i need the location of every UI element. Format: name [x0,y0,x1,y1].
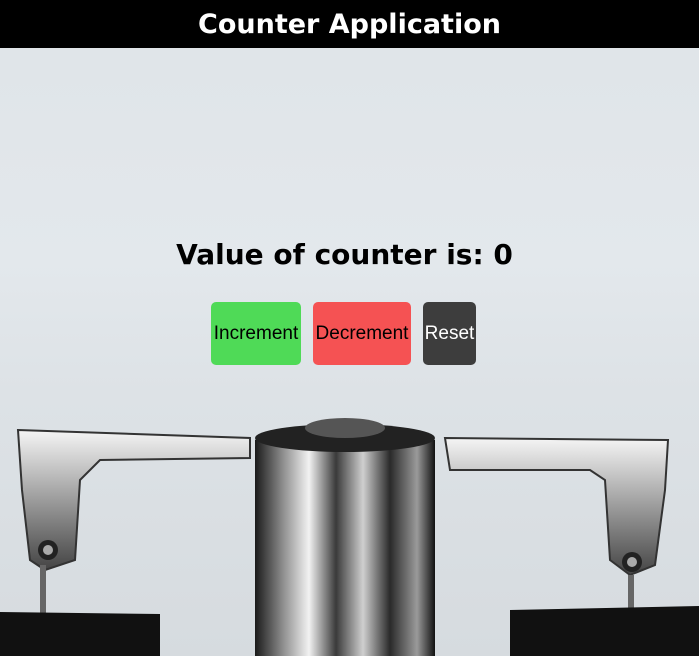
scale-photo-illustration [0,418,699,656]
button-group: Increment Decrement Reset [0,302,699,365]
app-header: Counter Application [0,0,699,48]
decrement-button[interactable]: Decrement [313,302,411,365]
counter-value-label: Value of counter is: 0 [176,238,513,271]
reset-button[interactable]: Reset [423,302,476,365]
app-title: Counter Application [198,8,501,40]
increment-button[interactable]: Increment [211,302,301,365]
